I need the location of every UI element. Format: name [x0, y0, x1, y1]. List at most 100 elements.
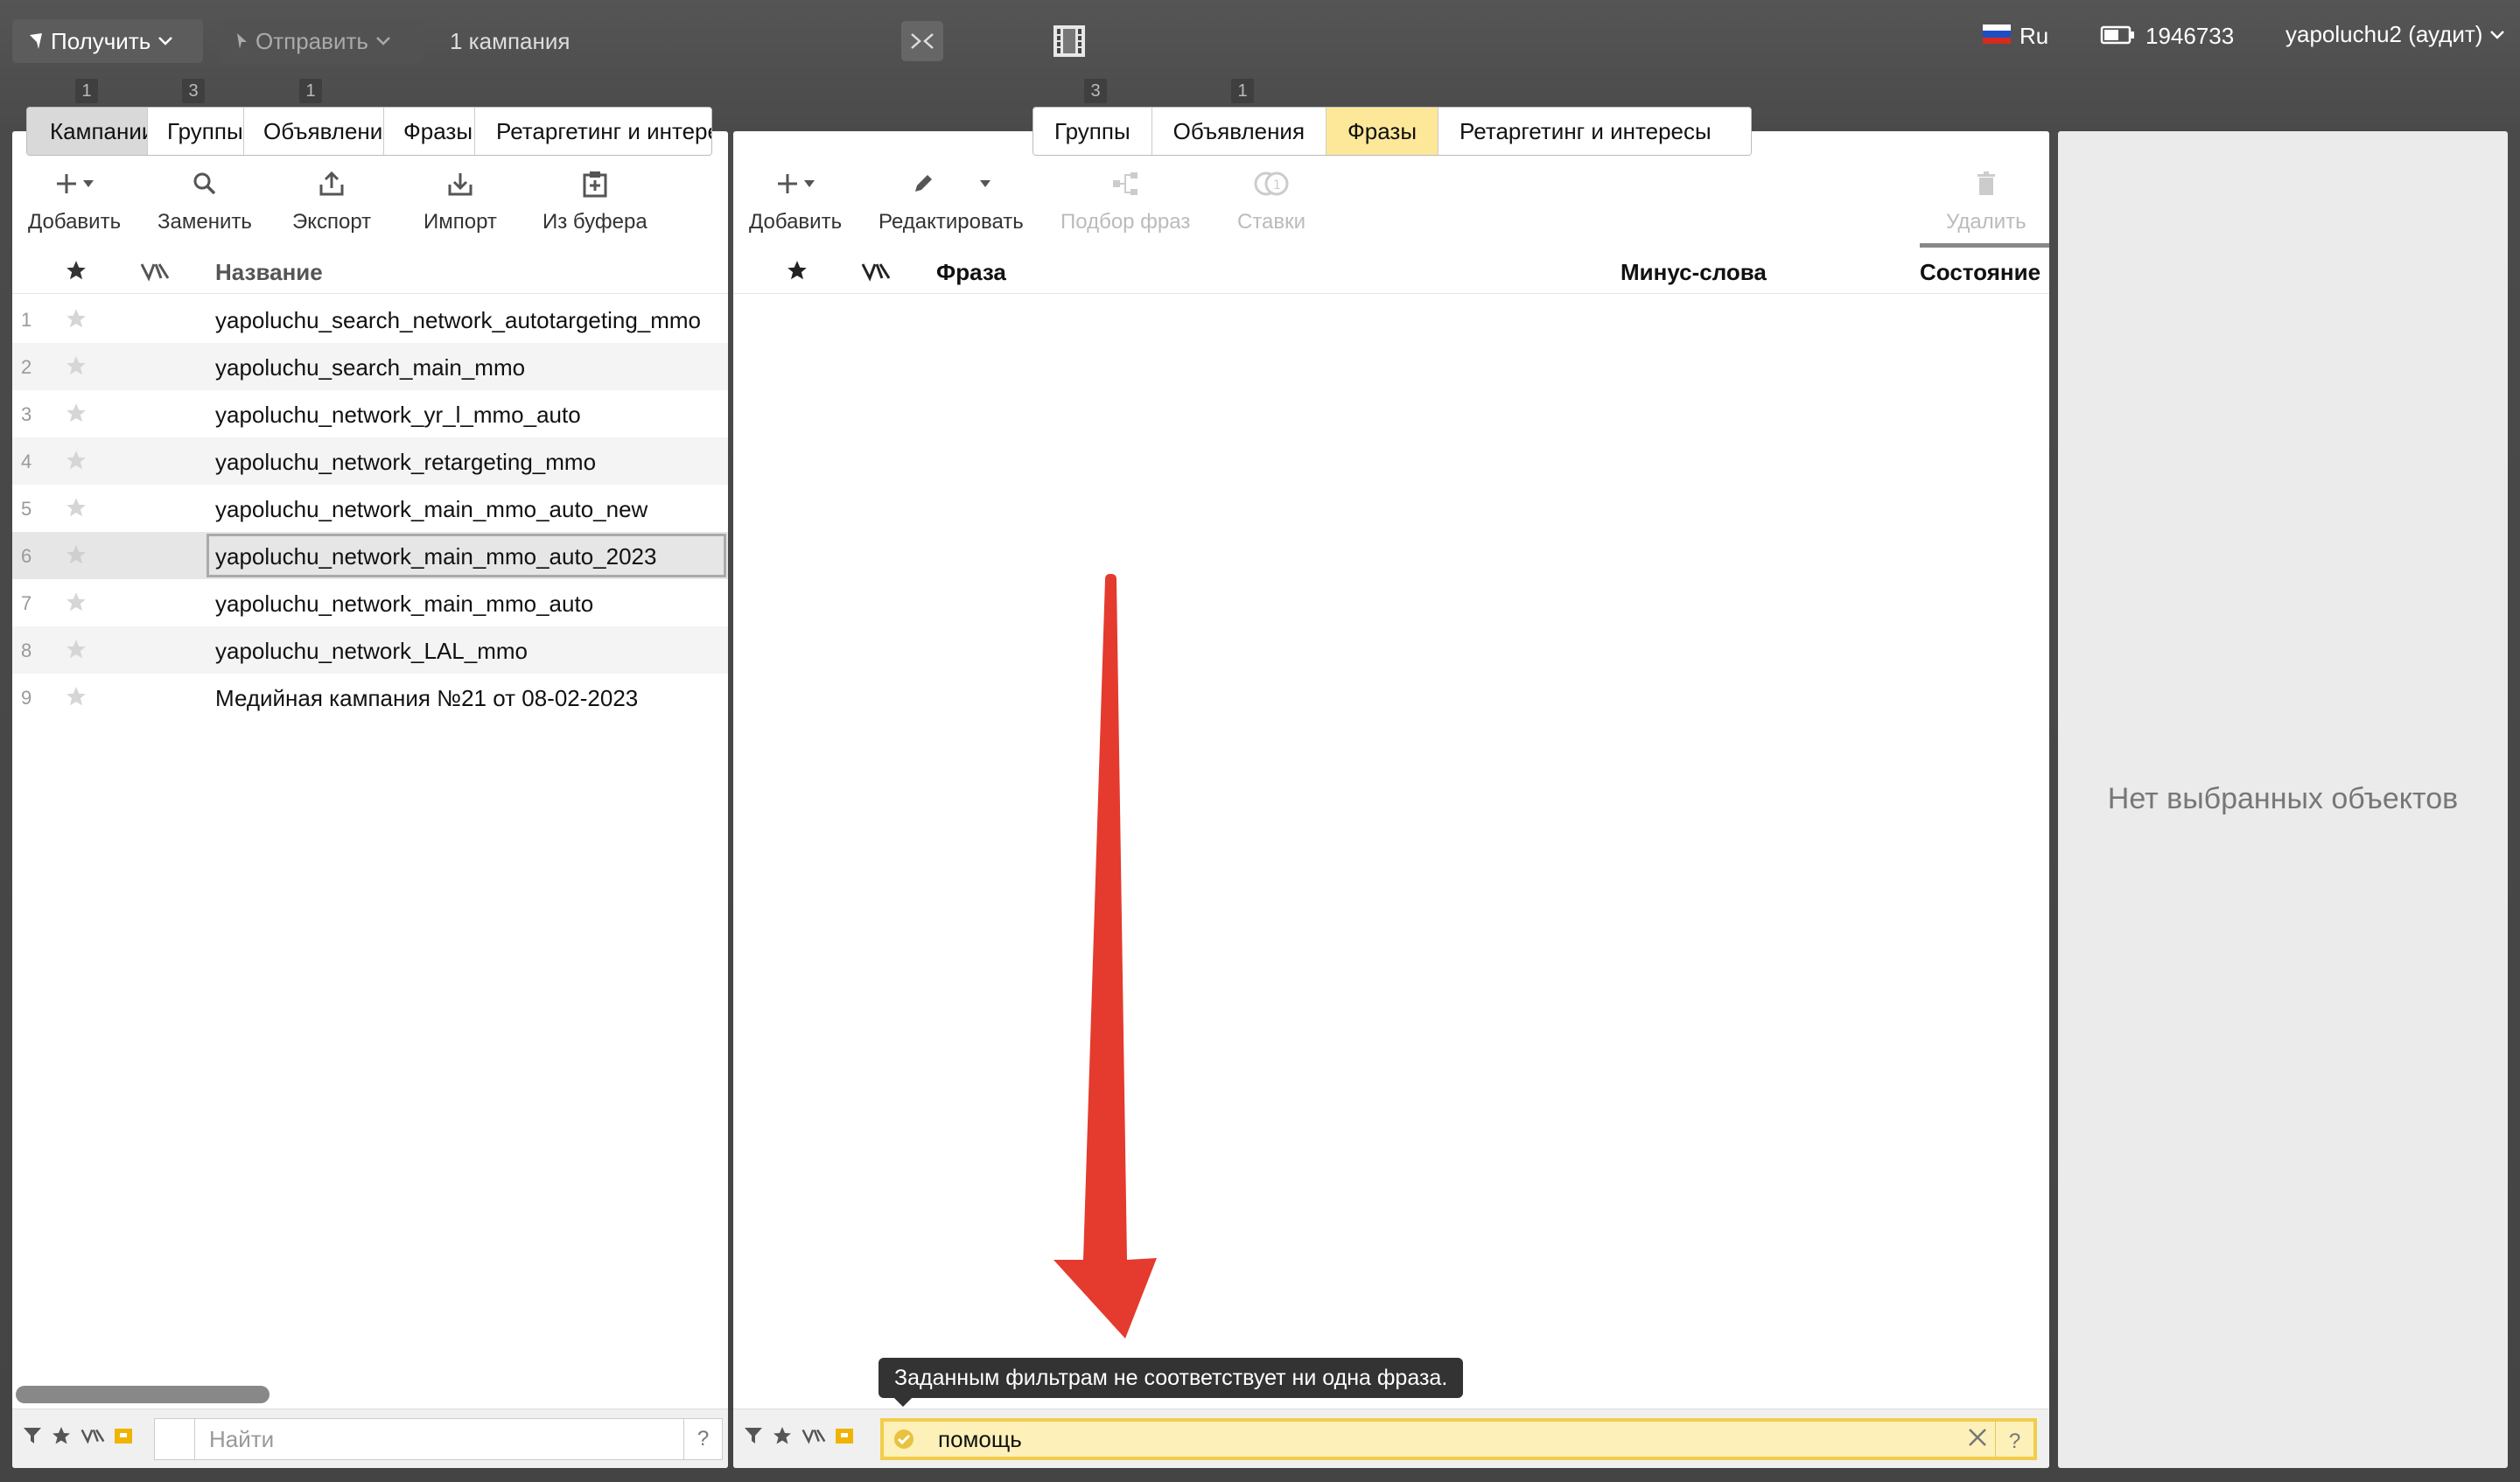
status-column-icon[interactable] — [861, 261, 891, 282]
check-circle-icon — [894, 1430, 914, 1449]
horizontal-scrollbar[interactable] — [16, 1386, 270, 1403]
star-icon[interactable] — [65, 685, 88, 708]
campaign-name: yapoluchu_network_main_mmo_auto — [215, 591, 594, 617]
user-name: yapoluchu2 (аудит) — [2286, 21, 2483, 47]
svg-text:1: 1 — [1273, 178, 1281, 192]
table-row[interactable]: 9 Медийная кампания №21 от 08-02-2023 — [12, 674, 728, 721]
archive-filter-icon[interactable] — [835, 1426, 854, 1445]
clear-search-button[interactable] — [1960, 1425, 1995, 1453]
send-label: Отправить — [256, 27, 368, 54]
row-number: 9 — [21, 687, 32, 709]
user-menu[interactable]: yapoluchu2 (аудит) — [2286, 21, 2505, 48]
send-button[interactable]: Отправить — [219, 19, 424, 63]
table-row[interactable]: 8 yapoluchu_network_LAL_mmo — [12, 626, 728, 674]
table-row[interactable]: 5 yapoluchu_network_main_mmo_auto_new — [12, 485, 728, 532]
russia-flag-icon[interactable] — [1983, 24, 2011, 44]
status-filter-icon[interactable] — [802, 1427, 826, 1444]
star-column-icon[interactable] — [65, 259, 88, 282]
filter-tooltip: Заданным фильтрам не соответствует ни од… — [878, 1358, 1464, 1407]
star-filter-icon[interactable] — [51, 1425, 72, 1446]
tab-ads[interactable]: Объявления — [1152, 108, 1327, 155]
edit-button[interactable]: Редактировать — [878, 166, 1024, 234]
search-mode-toggle[interactable] — [884, 1422, 924, 1457]
from-clipboard-button[interactable]: Из буфера — [542, 166, 648, 234]
import-button[interactable]: Импорт — [424, 166, 497, 234]
tab-groups[interactable]: Группы — [148, 108, 244, 155]
tree-icon — [1113, 172, 1138, 195]
bids-button[interactable]: 1 Ставки — [1237, 166, 1306, 234]
collapse-panels-button[interactable] — [901, 21, 943, 61]
video-guide-button[interactable] — [1048, 21, 1090, 61]
clipboard-icon — [583, 171, 607, 198]
table-row[interactable]: 3 yapoluchu_network_yr_l_mmo_auto — [12, 390, 728, 437]
table-row[interactable]: 4 yapoluchu_network_retargeting_mmo — [12, 437, 728, 485]
caret-down-icon — [804, 180, 816, 187]
star-icon[interactable] — [65, 591, 88, 613]
receive-button[interactable]: Получить — [12, 19, 203, 63]
campaigns-toolbar: Добавить Заменить Экспорт Импорт Из буфе… — [12, 157, 728, 254]
tab-retargeting[interactable]: Ретаргетинг и интересы — [475, 108, 711, 155]
phrases-footer: ? — [733, 1409, 2049, 1468]
language-selector[interactable]: Ru — [2020, 23, 2048, 50]
export-button[interactable]: Экспорт — [292, 166, 371, 234]
add-phrase-button[interactable]: Добавить — [749, 166, 842, 234]
minus-words-column-header[interactable]: Минус-слова — [1620, 259, 1767, 286]
name-column-header[interactable]: Название — [215, 259, 323, 286]
tab-phrases[interactable]: Фразы — [384, 108, 475, 155]
filter-icon[interactable] — [23, 1426, 42, 1445]
replace-label: Заменить — [158, 210, 252, 234]
star-icon[interactable] — [65, 402, 88, 424]
star-icon[interactable] — [65, 449, 88, 472]
campaign-name: yapoluchu_search_main_mmo — [215, 354, 526, 381]
close-icon — [1969, 1429, 1986, 1446]
help-button[interactable]: ? — [683, 1419, 722, 1459]
tab-groups[interactable]: Группы — [1033, 108, 1152, 155]
count-badge: 3 — [1084, 79, 1107, 103]
campaigns-tabs: Кампании Группы Объявления Фразы Ретарге… — [26, 107, 712, 156]
star-icon[interactable] — [65, 638, 88, 661]
star-icon[interactable] — [65, 354, 88, 377]
phrases-toolbar: Добавить Редактировать Подбор фраз 1 Ста… — [733, 157, 2049, 254]
tab-campaigns[interactable]: Кампании — [27, 108, 148, 155]
search-input[interactable] — [924, 1422, 1960, 1457]
filter-icon[interactable] — [744, 1426, 763, 1445]
table-row[interactable]: 7 yapoluchu_network_main_mmo_auto — [12, 579, 728, 626]
campaign-name: yapoluchu_search_network_autotargeting_m… — [215, 307, 702, 333]
campaign-name: yapoluchu_network_main_mmo_auto_new — [215, 496, 648, 522]
star-filter-icon[interactable] — [772, 1425, 793, 1446]
count-badge: 1 — [75, 79, 98, 103]
delete-button[interactable]: Удалить — [1946, 166, 2026, 234]
phrase-column-header[interactable]: Фраза — [936, 259, 1006, 286]
tab-ads[interactable]: Объявления — [244, 108, 384, 155]
add-button[interactable]: Добавить — [28, 166, 121, 234]
plus-icon — [778, 174, 798, 193]
status-column-icon[interactable] — [140, 261, 170, 282]
table-row-selected[interactable]: 6 yapoluchu_network_main_mmo_auto_2023 — [12, 532, 728, 579]
top-bar: Получить Отправить 1 кампания Ru 1946733… — [0, 0, 2520, 84]
star-icon[interactable] — [65, 543, 88, 566]
tab-phrases[interactable]: Фразы — [1326, 108, 1439, 155]
star-icon[interactable] — [65, 307, 88, 330]
add-label: Добавить — [28, 210, 122, 234]
edit-label: Редактировать — [878, 210, 1024, 234]
phrases-search: ? — [880, 1418, 2037, 1460]
import-label: Импорт — [424, 210, 497, 234]
search-icon — [193, 172, 216, 195]
table-row[interactable]: 2 yapoluchu_search_main_mmo — [12, 343, 728, 390]
count-badge: 1 — [299, 79, 322, 103]
campaign-name: yapoluchu_network_retargeting_mmo — [215, 449, 597, 475]
pick-phrases-button[interactable]: Подбор фраз — [1060, 166, 1190, 234]
status-filter-icon[interactable] — [80, 1427, 105, 1444]
search-mode-toggle[interactable] — [155, 1419, 195, 1459]
state-column-header[interactable]: Состояние — [1920, 259, 2040, 286]
star-column-icon[interactable] — [786, 259, 808, 282]
archive-filter-icon[interactable] — [114, 1426, 133, 1445]
empty-state-text: Нет выбранных объектов — [2107, 782, 2459, 815]
campaigns-table-header: Название — [12, 247, 728, 294]
replace-button[interactable]: Заменить — [158, 166, 252, 234]
star-icon[interactable] — [65, 496, 88, 519]
help-button[interactable]: ? — [1995, 1422, 2034, 1457]
table-row[interactable]: 1 yapoluchu_search_network_autotargeting_… — [12, 296, 728, 343]
tab-retargeting[interactable]: Ретаргетинг и интересы — [1438, 108, 1751, 155]
search-input[interactable] — [195, 1419, 683, 1459]
